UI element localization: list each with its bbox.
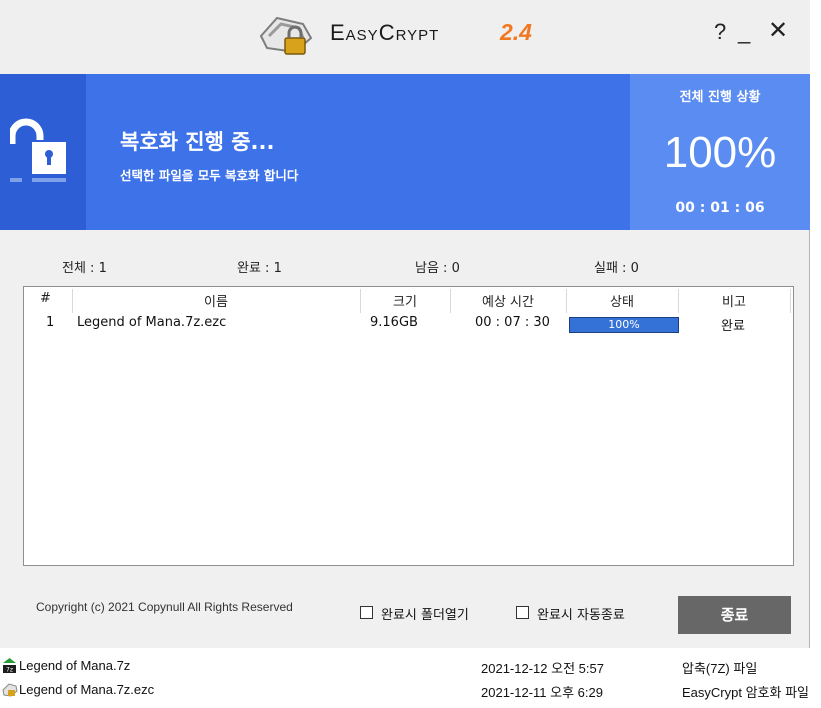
explorer-file-date: 2021-12-12 오전 5:57 (481, 661, 604, 676)
row-file-name: Legend of Mana.7z.ezc (77, 315, 227, 330)
explorer-file-type: EasyCrypt 암호화 파일 (682, 685, 809, 700)
row-note: 완료 (721, 319, 745, 334)
explorer-row[interactable]: 7z Legend of Mana.7z 2021-12-12 오전 5:57 … (0, 655, 821, 677)
explorer-row[interactable]: Legend of Mana.7z.ezc 2021-12-11 오후 6:29… (0, 679, 821, 701)
explorer-file-name: Legend of Mana.7z.ezc (19, 682, 155, 697)
column-header-note[interactable]: 비고 (678, 291, 790, 310)
easycrypt-window: EasyCrypt 2.4 ? _ ✕ 복호화 진행 중... 선택한 파일을 … (0, 0, 810, 648)
explorer-file-type: 압축(7Z) 파일 (682, 661, 758, 676)
column-header-status[interactable]: 상태 (566, 291, 678, 310)
stat-failed: 실패 : 0 (594, 261, 639, 276)
file-list[interactable]: # 이름 크기 예상 시간 상태 비고 1 Legend of Mana.7z.… (23, 286, 794, 566)
row-size: 9.16GB (370, 315, 418, 330)
7z-archive-icon: 7z (3, 658, 16, 674)
stat-total: 전체 : 1 (62, 261, 107, 276)
app-name: EasyCrypt (330, 20, 440, 45)
column-header-name[interactable]: 이름 (72, 291, 360, 310)
overall-progress-panel: 전체 진행 상황 100% 00 : 01 : 06 (630, 74, 810, 230)
help-button[interactable]: ? (714, 20, 726, 44)
row-eta: 00 : 07 : 30 (475, 315, 550, 330)
column-header-number[interactable]: # (40, 291, 51, 306)
banner-title: 복호화 진행 중... (120, 130, 275, 154)
easycrypt-logo-icon (259, 16, 313, 55)
banner-subtitle: 선택한 파일을 모두 복호화 합니다 (120, 168, 299, 183)
app-version: 2.4 (500, 19, 532, 45)
stat-done: 완료 : 1 (237, 261, 282, 276)
title-bar: EasyCrypt 2.4 ? _ ✕ (0, 0, 810, 74)
close-button[interactable]: ✕ (768, 19, 788, 43)
stat-remaining: 남음 : 0 (415, 261, 460, 276)
unlocked-padlock-icon (10, 118, 66, 182)
row-progress-text: 100% (608, 318, 640, 331)
minimize-button[interactable]: _ (738, 20, 750, 44)
lock-panel (0, 74, 86, 230)
column-header-eta[interactable]: 예상 시간 (450, 291, 566, 310)
overall-progress-label: 전체 진행 상황 (679, 90, 761, 105)
row-number: 1 (46, 315, 55, 330)
status-banner: 복호화 진행 중... 선택한 파일을 모두 복호화 합니다 전체 진행 상황 … (0, 74, 810, 230)
overall-progress-percent: 100% (663, 128, 777, 177)
row-progress-bar: 100% (569, 317, 679, 333)
copyright-text: Copyright (c) 2021 Copynull All Rights R… (36, 600, 293, 614)
elapsed-time: 00 : 01 : 06 (675, 200, 765, 216)
exit-button[interactable]: 종료 (678, 596, 791, 634)
open-folder-checkbox[interactable] (360, 606, 373, 619)
auto-exit-label[interactable]: 완료시 자동종료 (537, 604, 625, 623)
auto-exit-checkbox[interactable] (516, 606, 529, 619)
easycrypt-file-icon (2, 683, 18, 697)
column-separator (790, 289, 791, 313)
svg-text:7z: 7z (6, 667, 13, 674)
explorer-file-date: 2021-12-11 오후 6:29 (481, 685, 603, 700)
column-header-size[interactable]: 크기 (360, 291, 450, 310)
explorer-file-name: Legend of Mana.7z (19, 658, 131, 673)
open-folder-label[interactable]: 완료시 폴더열기 (381, 604, 469, 623)
